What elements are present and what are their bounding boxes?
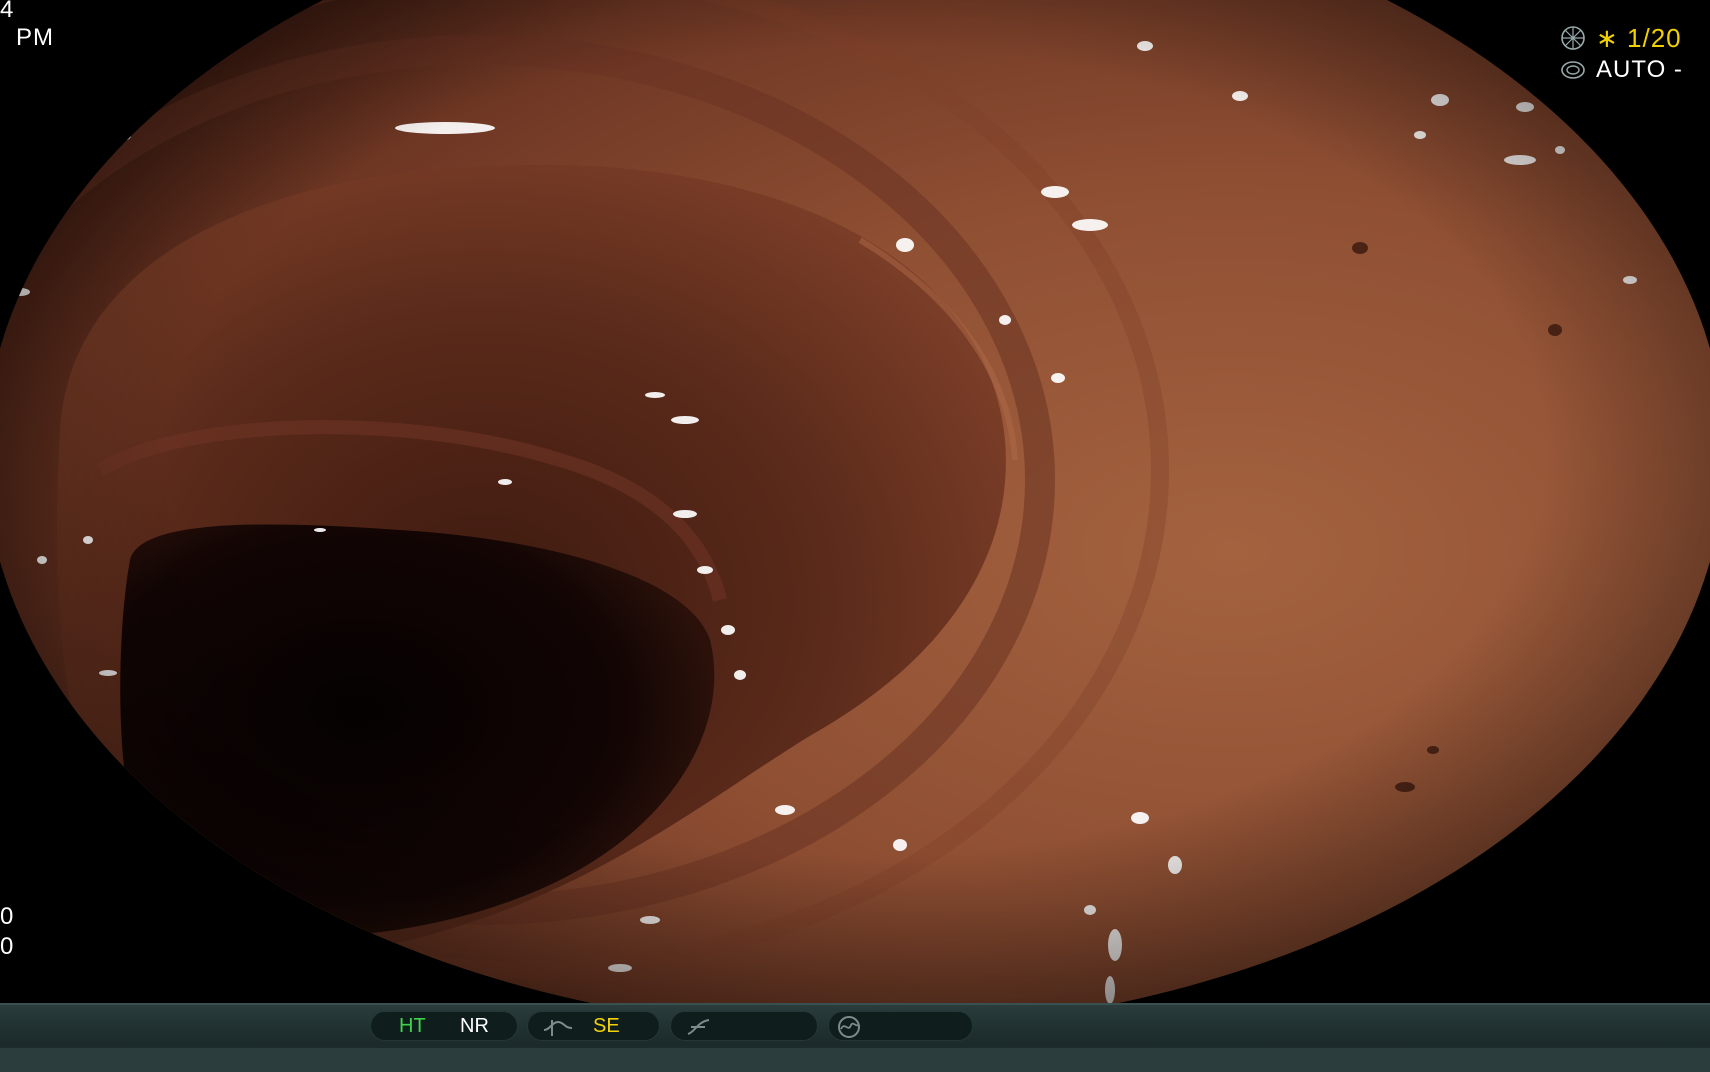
- status-bar: HT NR SE: [0, 1003, 1710, 1072]
- se-label: SE: [593, 1014, 620, 1037]
- color-mode-icon: [838, 1016, 860, 1038]
- enhance-indicator: [670, 1011, 818, 1041]
- tone-curve-icon: [543, 1020, 573, 1036]
- se-indicator: SE: [527, 1011, 660, 1041]
- aperture-icon: [1561, 26, 1585, 50]
- overlay-counter-1: 0: [0, 903, 15, 930]
- shutter-row: ∗ 1/20: [1560, 22, 1682, 53]
- ht-label: HT: [399, 1014, 426, 1037]
- nr-label: NR: [460, 1014, 489, 1037]
- exposure-info: ∗ 1/20 AUTO -: [1560, 22, 1710, 88]
- endoscopic-image: [0, 0, 1710, 1003]
- ht-nr-indicator: HT NR: [370, 1011, 518, 1041]
- iris-icon: [1561, 61, 1585, 79]
- endoscope-view: 4 PM 0 0 ∗ 1/20 AUTO -: [0, 0, 1710, 1003]
- mode-row: AUTO -: [1560, 56, 1683, 84]
- overlay-time-period: PM: [16, 24, 54, 51]
- overlay-counter-2: 0: [0, 933, 15, 960]
- enhance-curve-icon: [687, 1019, 710, 1035]
- auto-mode-value: AUTO -: [1596, 56, 1683, 83]
- overlay-time-line1: 4: [0, 0, 15, 23]
- color-mode-indicator: [828, 1011, 973, 1041]
- shutter-value: ∗ 1/20: [1596, 22, 1682, 53]
